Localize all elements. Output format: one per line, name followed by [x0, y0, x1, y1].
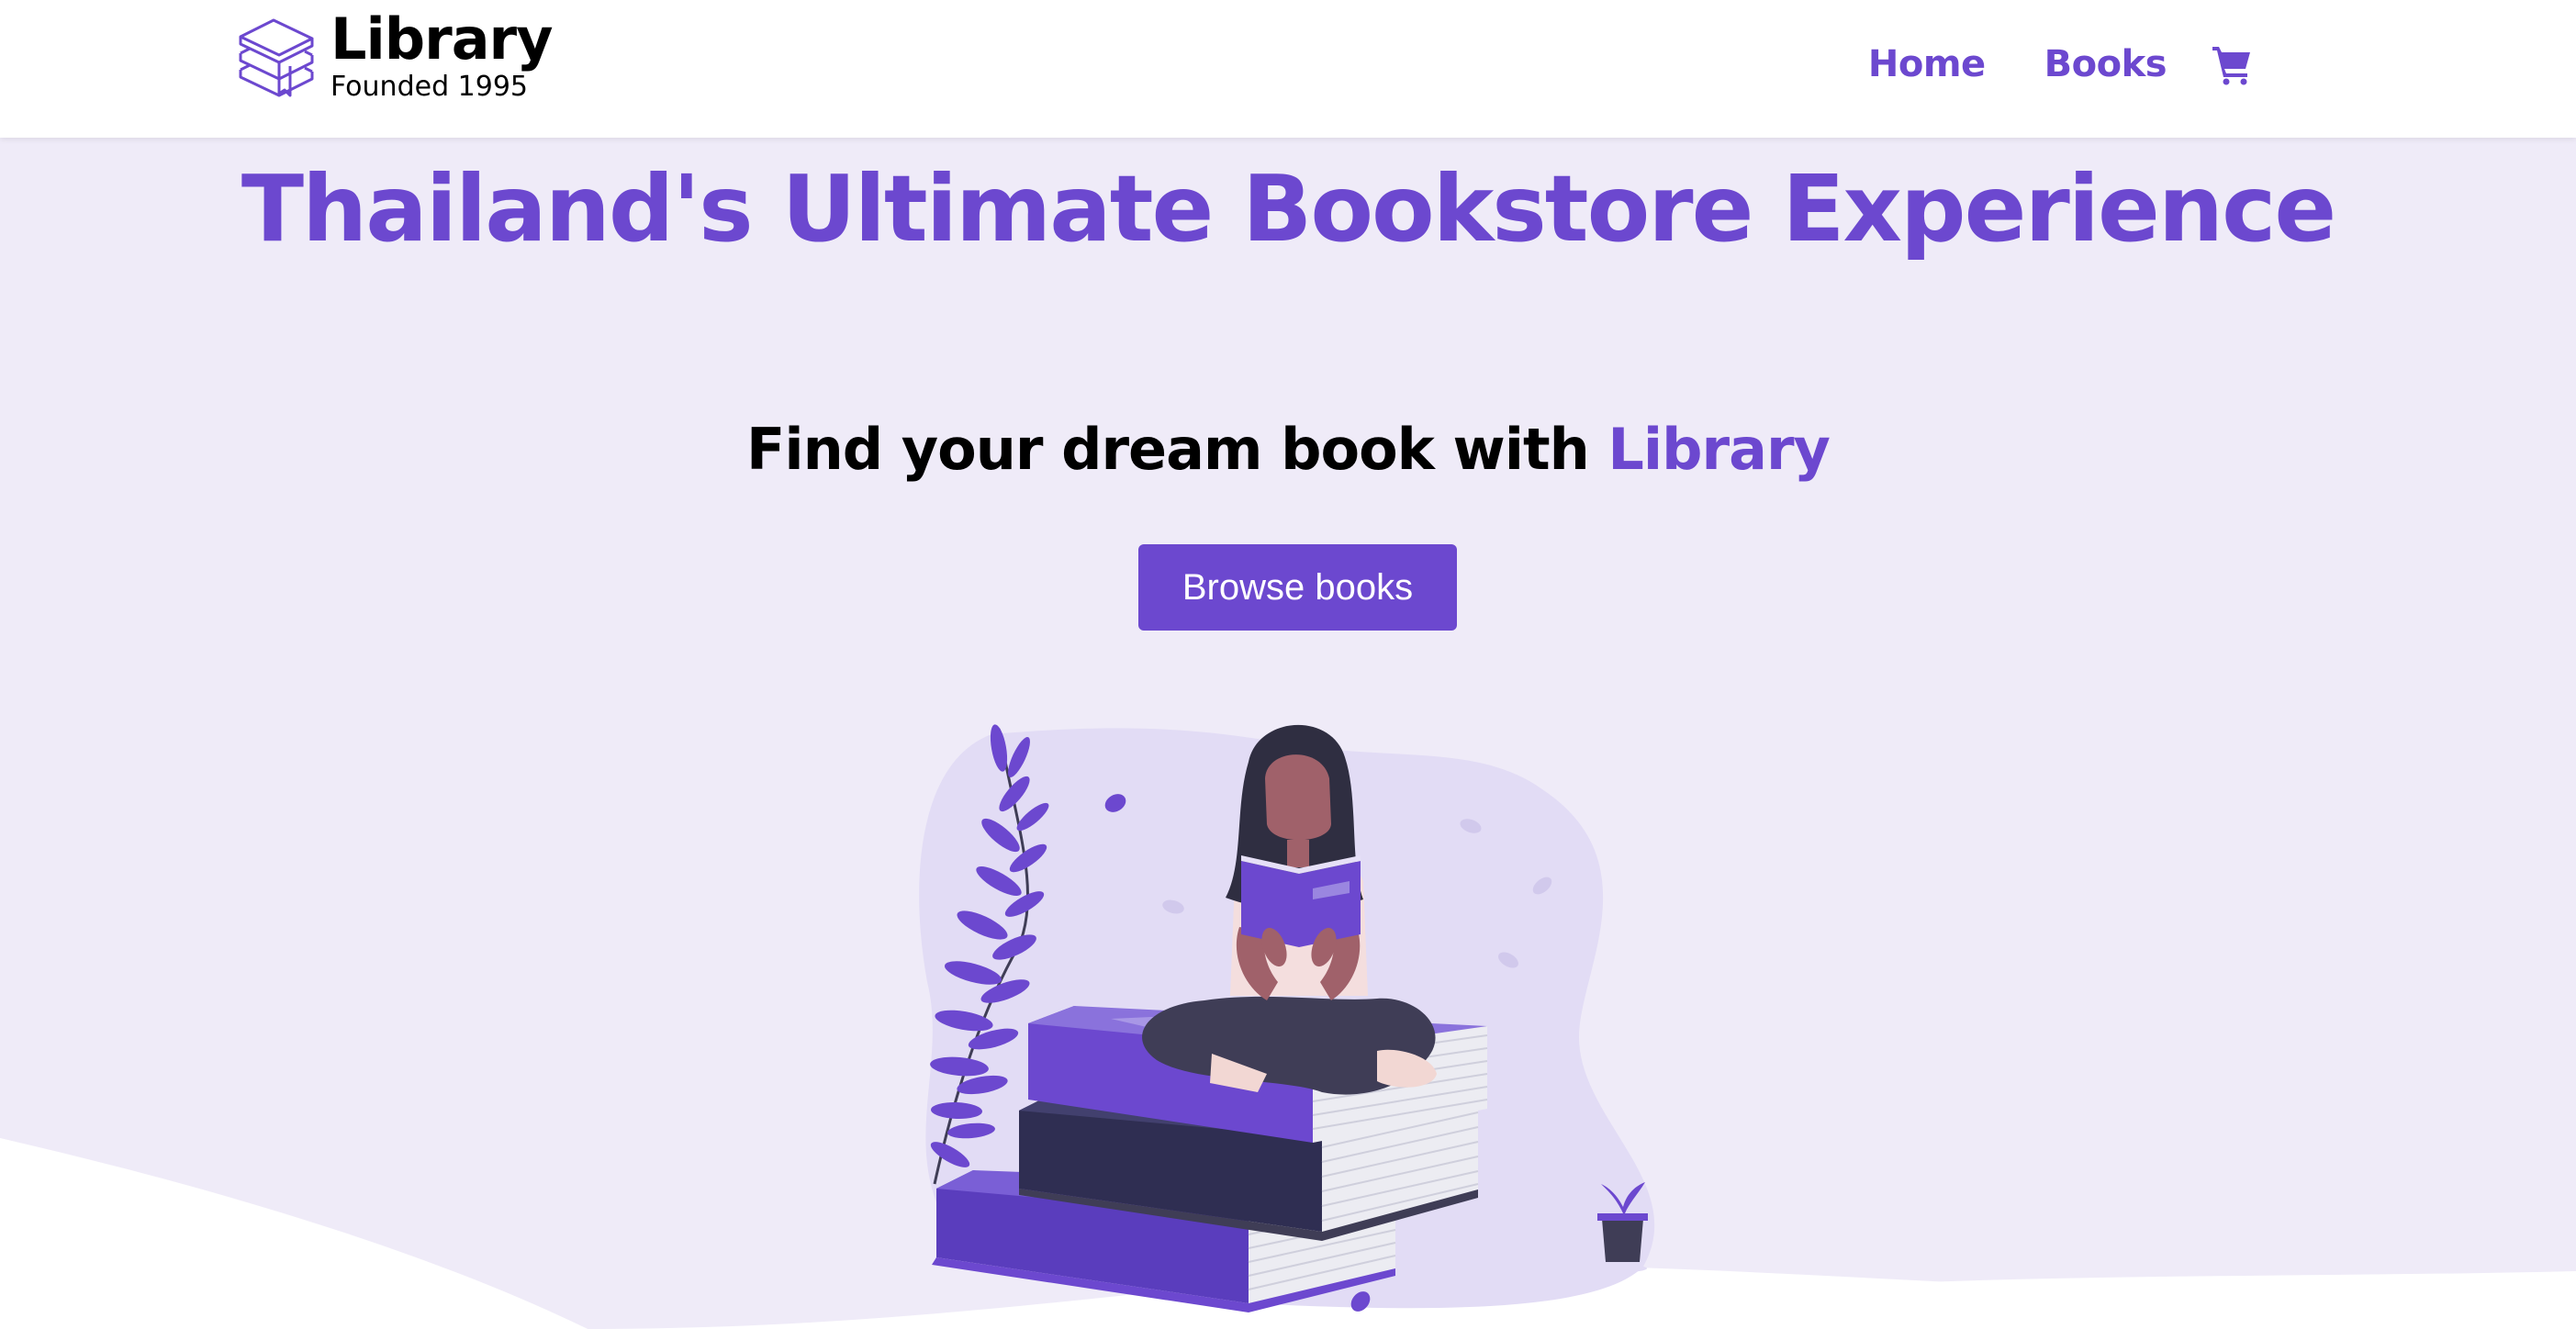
hero-subtitle: Find your dream book with Library — [0, 413, 2576, 486]
nav-links: Home Books — [1868, 35, 2253, 94]
hero-subtitle-brand: Library — [1607, 416, 1831, 483]
hero-subtitle-text: Find your dream book with — [746, 416, 1608, 483]
nav-books-link[interactable]: Books — [2044, 43, 2167, 85]
logo-title: Library — [330, 6, 554, 73]
logo[interactable]: Library Founded 1995 — [237, 6, 554, 103]
nav-home-link[interactable]: Home — [1868, 43, 1986, 85]
hero-title: Thailand's Ultimate Bookstore Experience — [241, 155, 2336, 262]
logo-subtitle: Founded 1995 — [330, 71, 528, 103]
browse-books-button[interactable]: Browse books — [1138, 544, 1457, 631]
navbar: Library Founded 1995 Home Books — [0, 0, 2576, 138]
books-stack-icon — [239, 18, 314, 97]
reading-woman-illustration — [919, 724, 1655, 1312]
shopping-cart-icon — [2212, 47, 2250, 85]
cart-button[interactable] — [2211, 43, 2253, 85]
